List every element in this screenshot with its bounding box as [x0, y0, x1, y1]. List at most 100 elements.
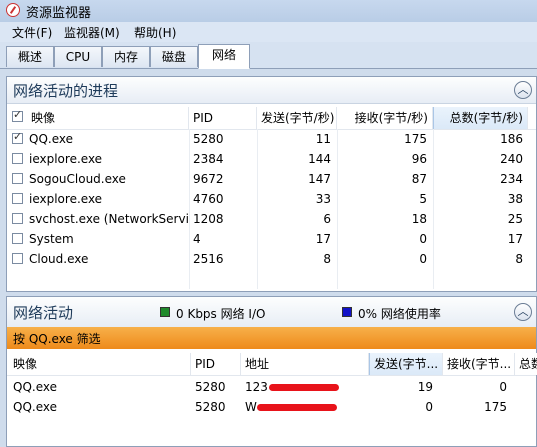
- connection-pid: 5280: [195, 400, 226, 414]
- processes-column-headers: 映像 PID 发送(字节/秒) 接收(字节/秒) 总数(字节/秒): [7, 107, 536, 130]
- process-total: 17: [507, 232, 523, 246]
- connection-send: 19: [417, 380, 433, 394]
- menu-file[interactable]: 文件(F): [12, 24, 52, 41]
- network-io-label: 0 Kbps 网络 I/O: [176, 307, 266, 321]
- process-pid: 9672: [193, 172, 224, 186]
- process-total: 25: [507, 212, 523, 226]
- filter-label: 按 QQ.exe 筛选: [13, 332, 101, 346]
- tab-overview[interactable]: 概述: [6, 46, 54, 67]
- column-address[interactable]: 地址: [241, 353, 369, 375]
- process-pid: 4760: [193, 192, 224, 206]
- process-total: 38: [507, 192, 523, 206]
- window-title: 资源监视器: [26, 6, 92, 21]
- process-pid: 5280: [193, 132, 224, 146]
- process-name: Cloud.exe: [29, 252, 89, 266]
- menu-monitor[interactable]: 监视器(M): [64, 24, 120, 41]
- connection-image: QQ.exe: [13, 400, 57, 414]
- process-name: iexplore.exe: [29, 152, 103, 166]
- processes-panel: 网络活动的进程 ︿ 映像 PID 发送(字节/秒) 接收(字节/秒) 总数(字节…: [6, 76, 537, 292]
- process-pid: 2384: [193, 152, 224, 166]
- title-bar: 资源监视器: [0, 0, 537, 22]
- connection-row[interactable]: QQ.exe 5280 123 19 0: [7, 377, 536, 397]
- tab-disk[interactable]: 磁盘: [150, 46, 198, 67]
- connection-send: 0: [425, 400, 433, 414]
- process-total: 234: [500, 172, 523, 186]
- process-name: svchost.exe (NetworkService): [29, 212, 189, 226]
- redaction-mark: [257, 404, 337, 411]
- process-receive: 0: [419, 232, 427, 246]
- process-pid: 1208: [193, 212, 224, 226]
- column-image[interactable]: 映像: [27, 107, 189, 129]
- tab-cpu[interactable]: CPU: [54, 46, 102, 67]
- network-activity-header[interactable]: 网络活动 0 Kbps 网络 I/O 0% 网络使用率 ︿: [7, 297, 536, 328]
- process-name: SogouCloud.exe: [29, 172, 126, 186]
- network-usage-label: 0% 网络使用率: [358, 307, 441, 321]
- process-row[interactable]: iexplore.exe 4760 33 5 38: [7, 189, 536, 209]
- process-pid: 2516: [193, 252, 224, 266]
- process-receive: 0: [419, 252, 427, 266]
- column-image[interactable]: 映像: [9, 353, 191, 375]
- column-send[interactable]: 发送(字节...: [369, 353, 443, 375]
- connection-address: W: [245, 400, 257, 414]
- filter-bar: 按 QQ.exe 筛选: [7, 327, 536, 349]
- process-row[interactable]: QQ.exe 5280 11 175 186: [7, 129, 536, 149]
- activity-column-headers: 映像 PID 地址 发送(字节... 接收(字节... 总数: [7, 353, 537, 376]
- column-total[interactable]: 总数: [515, 353, 537, 375]
- process-total: 240: [500, 152, 523, 166]
- column-receive[interactable]: 接收(字节...: [443, 353, 515, 375]
- process-send: 6: [323, 212, 331, 226]
- tab-network[interactable]: 网络: [198, 44, 250, 69]
- process-checkbox[interactable]: [12, 233, 23, 244]
- process-receive: 5: [419, 192, 427, 206]
- column-receive[interactable]: 接收(字节/秒): [337, 107, 433, 129]
- menu-bar: 文件(F) 监视器(M) 帮助(H): [0, 22, 537, 42]
- network-io-legend-swatch: [160, 307, 170, 317]
- process-send: 8: [323, 252, 331, 266]
- process-send: 144: [308, 152, 331, 166]
- process-checkbox[interactable]: [12, 213, 23, 224]
- process-row[interactable]: iexplore.exe 2384 144 96 240: [7, 149, 536, 169]
- column-send[interactable]: 发送(字节/秒): [257, 107, 337, 129]
- menu-help[interactable]: 帮助(H): [134, 24, 176, 41]
- resource-monitor-icon: [6, 3, 20, 17]
- process-row[interactable]: SogouCloud.exe 9672 147 87 234: [7, 169, 536, 189]
- column-pid[interactable]: PID: [189, 107, 257, 129]
- process-receive: 175: [404, 132, 427, 146]
- process-send: 11: [315, 132, 331, 146]
- connection-pid: 5280: [195, 380, 226, 394]
- tab-strip: 概述 CPU 内存 磁盘 网络: [0, 42, 537, 69]
- redaction-mark: [269, 384, 339, 391]
- collapse-icon[interactable]: ︿: [514, 81, 532, 99]
- process-checkbox[interactable]: [12, 193, 23, 204]
- process-send: 147: [308, 172, 331, 186]
- process-checkbox[interactable]: [12, 173, 23, 184]
- process-name: iexplore.exe: [29, 192, 103, 206]
- process-name: QQ.exe: [29, 132, 73, 146]
- process-row[interactable]: Cloud.exe 2516 8 0 8: [7, 249, 536, 269]
- connection-image: QQ.exe: [13, 380, 57, 394]
- tab-memory[interactable]: 内存: [102, 46, 150, 67]
- process-row[interactable]: System 4 17 0 17: [7, 229, 536, 249]
- network-activity-title: 网络活动: [13, 304, 74, 322]
- process-receive: 96: [411, 152, 427, 166]
- processes-title: 网络活动的进程: [13, 82, 119, 100]
- connection-address: 123: [245, 380, 268, 394]
- select-all-checkbox[interactable]: [12, 108, 23, 122]
- process-receive: 18: [411, 212, 427, 226]
- network-usage-legend-swatch: [342, 307, 352, 317]
- processes-header[interactable]: 网络活动的进程 ︿: [7, 77, 536, 104]
- process-row[interactable]: svchost.exe (NetworkService) 1208 6 18 2…: [7, 209, 536, 229]
- process-send: 33: [315, 192, 331, 206]
- column-pid[interactable]: PID: [191, 353, 241, 375]
- connection-receive: 0: [499, 380, 507, 394]
- process-checkbox[interactable]: [12, 253, 23, 264]
- collapse-icon[interactable]: ︿: [514, 303, 532, 321]
- process-total: 8: [515, 252, 523, 266]
- connection-row[interactable]: QQ.exe 5280 W 0 175: [7, 397, 536, 417]
- process-checkbox[interactable]: [12, 153, 23, 164]
- process-pid: 4: [193, 232, 201, 246]
- process-checkbox[interactable]: [12, 130, 23, 144]
- process-send: 17: [315, 232, 331, 246]
- process-name: System: [29, 232, 74, 246]
- column-total[interactable]: 总数(字节/秒): [433, 107, 528, 129]
